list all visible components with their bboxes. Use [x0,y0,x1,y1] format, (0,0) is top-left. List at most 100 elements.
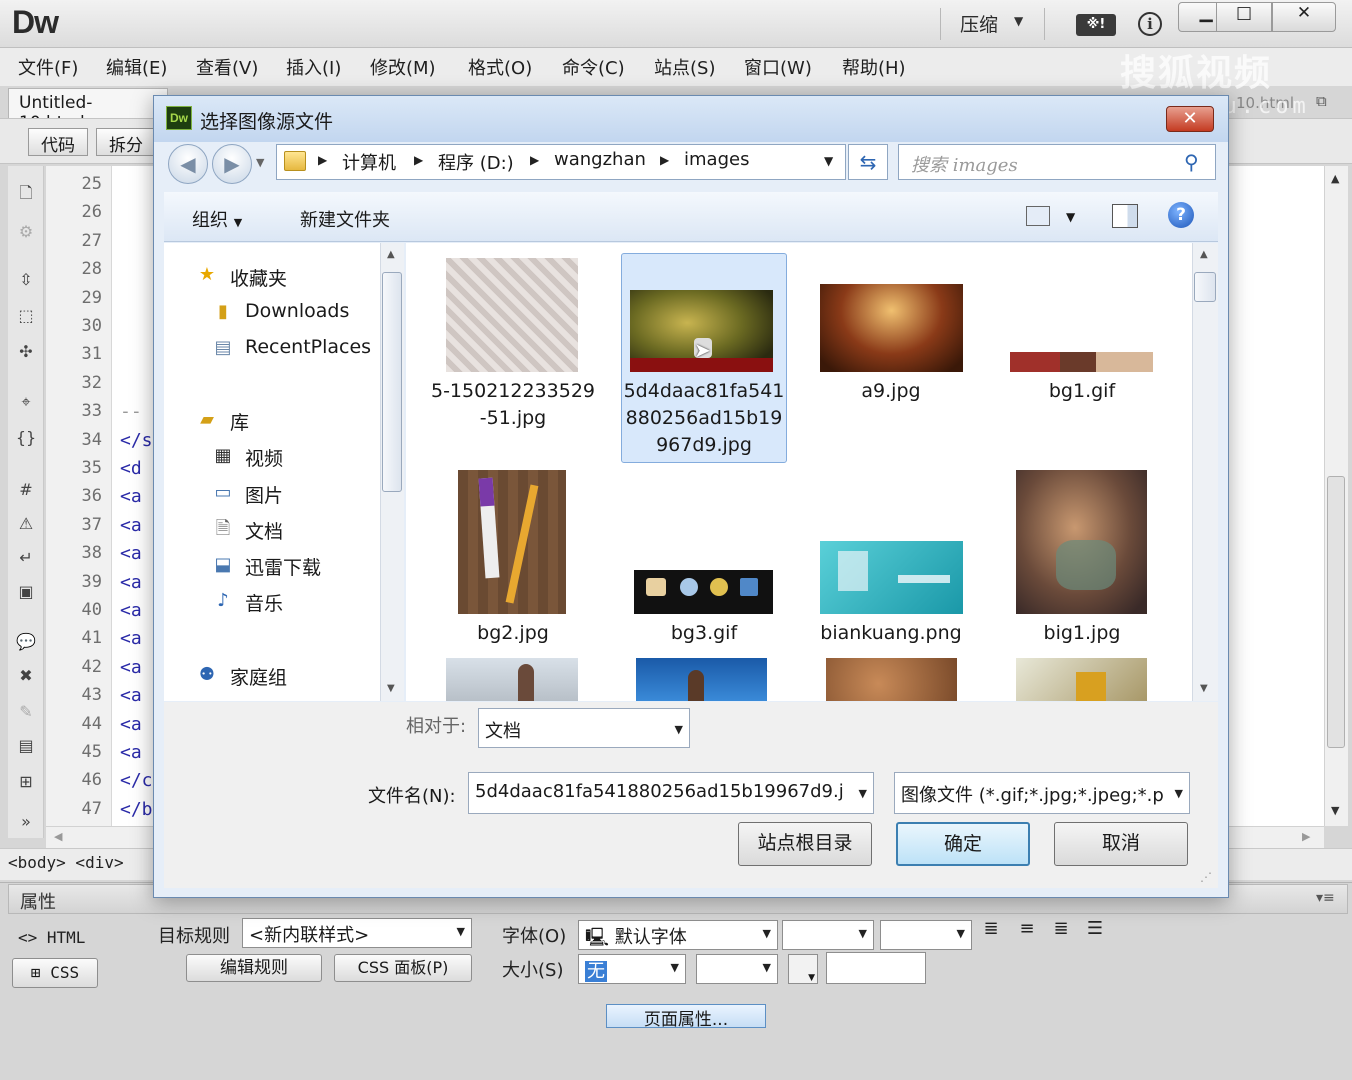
menu-site[interactable]: 站点(S) [654,54,715,80]
site-root-button[interactable]: 站点根目录 [738,822,872,866]
file-item[interactable]: biankuang.png [808,620,974,647]
thumbnail-biankuang[interactable] [820,541,963,614]
recent-locations-dropdown[interactable]: ▼ [256,156,264,169]
ok-button[interactable]: 确定 [896,822,1030,866]
workspace-switcher[interactable]: 压缩 [960,10,998,37]
color-picker[interactable]: ▼ [788,954,818,984]
breadcrumb-drive[interactable]: 程序 (D:) [438,149,514,175]
scroll-up-icon[interactable]: ▲ [1200,249,1208,260]
font-select[interactable]: 🖳 默认字体 ▼ [578,920,778,950]
menu-modify[interactable]: 修改(M) [370,54,436,80]
split-view-button[interactable]: 拆分 [96,128,156,156]
file-item[interactable]: bg2.jpg [430,620,596,647]
dialog-close-button[interactable]: ✕ [1166,106,1214,132]
organize-menu[interactable]: 组织 ▼ [192,206,242,232]
scrollbar-thumb[interactable] [1327,476,1345,748]
code-line[interactable]: <d [120,458,142,479]
css-mode-button[interactable]: ⊞ CSS [12,958,98,988]
search-icon[interactable]: ⚲ [1184,150,1199,174]
change-view-icon[interactable] [1026,206,1050,226]
menu-edit[interactable]: 编辑(E) [106,54,167,80]
align-right-icon[interactable]: ≣ [1050,918,1072,940]
scroll-right-icon[interactable]: ▶ [1302,830,1310,843]
file-item[interactable]: 5-150212233529-51.jpg [430,378,596,432]
new-folder-button[interactable]: 新建文件夹 [300,206,390,232]
nav-videos[interactable]: 视频 [245,444,283,471]
target-rule-select[interactable]: <新内联样式> ▼ [242,918,472,948]
address-dropdown-icon[interactable]: ▼ [824,154,833,168]
filename-input[interactable]: 5d4daac81fa541880256ad15b19967d9.j ▼ [468,772,874,814]
thumbnail-partial[interactable] [1016,658,1147,701]
thumbnail-bg1[interactable] [1010,352,1153,372]
help-icon[interactable]: ? [1168,202,1194,228]
html-mode-button[interactable]: <> HTML [18,928,85,947]
menu-window[interactable]: 窗口(W) [744,54,812,80]
code-line[interactable]: <a [120,685,142,706]
file-item[interactable]: a9.jpg [808,378,974,405]
file-list-scrollbar[interactable]: ▲ ▼ [1192,243,1218,701]
scrollbar-thumb[interactable] [1194,272,1216,302]
word-wrap-icon[interactable]: ↵ [14,548,38,570]
more-tools-icon[interactable]: » [14,812,38,834]
code-line[interactable]: <a [120,486,142,507]
file-item[interactable]: bg1.gif [999,378,1165,405]
breadcrumb-arrow-icon[interactable]: ▶ [660,153,669,167]
restore-icon[interactable]: ⧉ [1316,92,1327,110]
file-item[interactable]: big1.jpg [999,620,1165,647]
relative-to-select[interactable]: 文档 ▼ [478,708,690,748]
scroll-down-icon[interactable]: ▼ [1331,804,1339,817]
thumbnail-5-1502[interactable] [446,258,578,372]
nav-homegroup[interactable]: 家庭组 [230,663,287,690]
menu-view[interactable]: 查看(V) [196,54,258,80]
code-line[interactable]: <a [120,657,142,678]
tag-selector[interactable]: <body> <div> [8,853,124,872]
thumbnail-partial[interactable] [636,658,767,701]
apply-comment-icon[interactable]: 💬 [14,632,38,654]
menu-help[interactable]: 帮助(H) [842,54,906,80]
collapse-selection-icon[interactable]: ⬚ [14,306,38,328]
menu-insert[interactable]: 插入(I) [286,54,341,80]
file-item[interactable]: bg3.gif [621,620,787,647]
font-weight-select[interactable]: ▼ [880,920,972,950]
nav-music[interactable]: 音乐 [245,589,283,616]
info-icon[interactable]: i [1138,12,1162,36]
collapse-tag-icon[interactable]: ⇳ [14,270,38,292]
panel-menu-icon[interactable]: ▾≡ [1316,890,1335,906]
code-vertical-scrollbar[interactable]: ▲ ▼ [1324,166,1348,826]
breadcrumb-arrow-icon[interactable]: ▶ [530,153,539,167]
font-style-select[interactable]: ▼ [782,920,874,950]
expand-all-icon[interactable]: ✣ [14,342,38,364]
menu-file[interactable]: 文件(F) [18,54,78,80]
recent-snippets-icon[interactable]: ▤ [14,736,38,758]
css-panel-button[interactable]: CSS 面板(P) [334,954,472,982]
menu-commands[interactable]: 命令(C) [562,54,625,80]
scroll-left-icon[interactable]: ◀ [54,830,62,843]
code-line[interactable]: <a [120,515,142,536]
back-button[interactable]: ◀ [168,144,208,184]
code-line[interactable]: </c [120,770,153,791]
nav-downloads[interactable]: Downloads [245,300,349,322]
code-line[interactable]: <a [120,572,142,593]
thumbnail-bg3[interactable] [634,570,773,614]
open-document-icon[interactable]: 🗋 [14,182,38,204]
breadcrumb-computer[interactable]: 计算机 [342,149,396,175]
gear-icon[interactable]: ⚙ [14,222,38,244]
forward-button[interactable]: ▶ [212,144,252,184]
breadcrumb-wangzhan[interactable]: wangzhan [554,149,646,170]
cancel-button[interactable]: 取消 [1054,822,1188,866]
search-input[interactable]: 搜索 images [898,144,1216,180]
select-parent-tag-icon[interactable]: ⌖ [14,392,38,414]
breadcrumb-arrow-icon[interactable]: ▶ [414,153,423,167]
view-options-dropdown[interactable]: ▼ [1066,210,1075,224]
properties-title[interactable]: 属性 [20,888,56,914]
highlight-invalid-icon[interactable]: ⚠ [14,514,38,536]
thumbnail-partial[interactable] [826,658,957,701]
code-view-button[interactable]: 代码 [28,128,88,156]
nav-pictures[interactable]: 图片 [245,481,283,508]
code-line[interactable]: <a [120,714,142,735]
document-tab[interactable]: Untitled-10.html [8,88,168,133]
scroll-down-icon[interactable]: ▼ [1200,683,1208,694]
extension-manager-button[interactable]: ※! [1076,14,1116,36]
code-line[interactable]: -- [120,401,142,422]
breadcrumb-images[interactable]: images [684,149,749,170]
